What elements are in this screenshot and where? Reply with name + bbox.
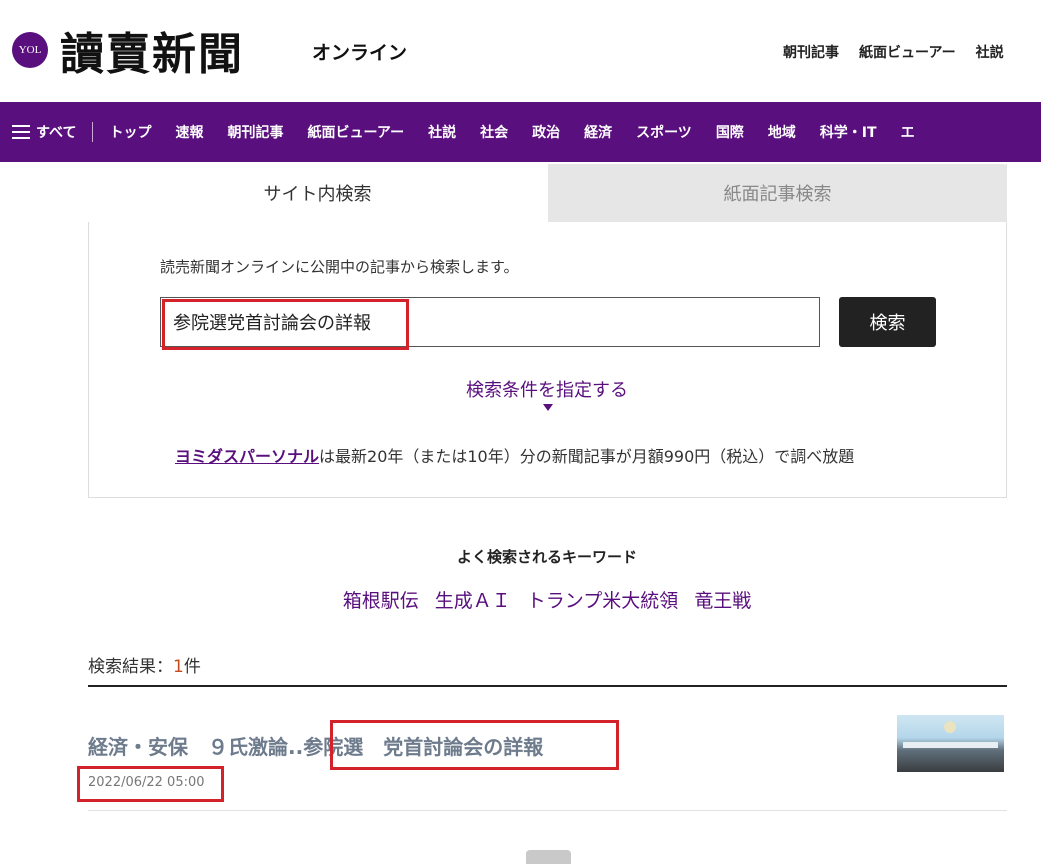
keyword-link[interactable]: トランプ米大統領: [527, 586, 678, 613]
menu-icon: [12, 125, 30, 139]
nav-item-shasetsu[interactable]: 社説: [428, 122, 456, 142]
keywords-title: よく検索されるキーワード: [456, 548, 637, 566]
pagination-button[interactable]: [526, 850, 571, 864]
yomidas-link[interactable]: ヨミダスパーソナル: [175, 447, 319, 466]
nav-item-kagaku[interactable]: 科学・IT: [820, 122, 877, 142]
nav-item-chiiki[interactable]: 地域: [768, 122, 796, 142]
nav-item-kokusai[interactable]: 国際: [716, 122, 744, 142]
result-title-link[interactable]: 経済・安保 ９氏激論..参院選 党首討論会の詳報: [88, 731, 543, 760]
top-link-chokan[interactable]: 朝刊記事: [783, 42, 839, 62]
nav-item-chokan[interactable]: 朝刊記事: [227, 122, 283, 142]
site-logo-sub: オンライン: [312, 42, 408, 64]
results-count: 検索結果：1件: [88, 652, 201, 677]
top-link-shasetsu[interactable]: 社説: [976, 42, 1004, 62]
search-button[interactable]: 検索: [839, 297, 936, 347]
keywords-list: 箱根駅伝 生成ＡＩ トランプ米大統領 竜王戦: [0, 586, 1041, 613]
top-links: 朝刊記事 紙面ビューアー 社説: [783, 42, 1004, 62]
search-input-value: 参院選党首討論会の詳報: [173, 313, 371, 334]
promo-description: は最新20年（または10年）分の新聞記事が月額990円（税込）で調べ放題: [319, 447, 855, 466]
search-input[interactable]: 参院選党首討論会の詳報: [160, 297, 820, 347]
logo-badge[interactable]: YOL: [12, 32, 48, 68]
keyword-link[interactable]: 生成ＡＩ: [435, 586, 511, 613]
search-conditions-link[interactable]: 検索条件を指定する: [0, 376, 1041, 402]
nav-item-shakai[interactable]: 社会: [480, 122, 508, 142]
promo-text: ヨミダスパーソナルは最新20年（または10年）分の新聞記事が月額990円（税込）…: [175, 443, 854, 467]
results-label: 検索結果：: [88, 657, 173, 677]
nav-item-seiji[interactable]: 政治: [532, 122, 560, 142]
results-divider: [88, 685, 1007, 687]
results-unit: 件: [183, 657, 201, 677]
result-date: 2022/06/22 05:00: [88, 775, 205, 790]
caret-down-icon[interactable]: [543, 404, 553, 411]
keyword-link[interactable]: 竜王戦: [694, 586, 751, 613]
nav-items: トップ 速報 朝刊記事 紙面ビューアー 社説 社会 政治 経済 スポーツ 国際 …: [109, 122, 914, 142]
result-divider: [88, 810, 1007, 811]
site-logo[interactable]: 讀賣新聞: [60, 18, 244, 82]
top-link-viewer[interactable]: 紙面ビューアー: [859, 42, 956, 62]
result-title-prefix: 経済・安保 ９氏激論..: [88, 735, 304, 759]
nav-item-sokuho[interactable]: 速報: [175, 122, 203, 142]
nav-item-more[interactable]: エ: [901, 122, 915, 142]
results-number: 1: [173, 657, 184, 677]
search-description: 読売新聞オンラインに公開中の記事から検索します。: [160, 258, 519, 276]
nav-divider: [92, 122, 94, 142]
nav-all-button[interactable]: すべて: [0, 122, 76, 142]
nav-item-sports[interactable]: スポーツ: [636, 122, 692, 142]
tab-site-search[interactable]: サイト内検索: [88, 164, 547, 222]
nav-item-viewer[interactable]: 紙面ビューアー: [307, 122, 404, 142]
nav-all-label: すべて: [36, 125, 77, 141]
main-nav: すべて トップ 速報 朝刊記事 紙面ビューアー 社説 社会 政治 経済 スポーツ…: [0, 102, 1041, 162]
keyword-link[interactable]: 箱根駅伝: [343, 586, 419, 613]
nav-item-top[interactable]: トップ: [109, 122, 151, 142]
nav-item-keizai[interactable]: 経済: [584, 122, 612, 142]
tab-paper-search[interactable]: 紙面記事検索: [548, 164, 1007, 222]
result-title-highlight: 参院選 党首討論会の詳報: [303, 735, 544, 759]
result-thumbnail[interactable]: [897, 715, 1004, 772]
